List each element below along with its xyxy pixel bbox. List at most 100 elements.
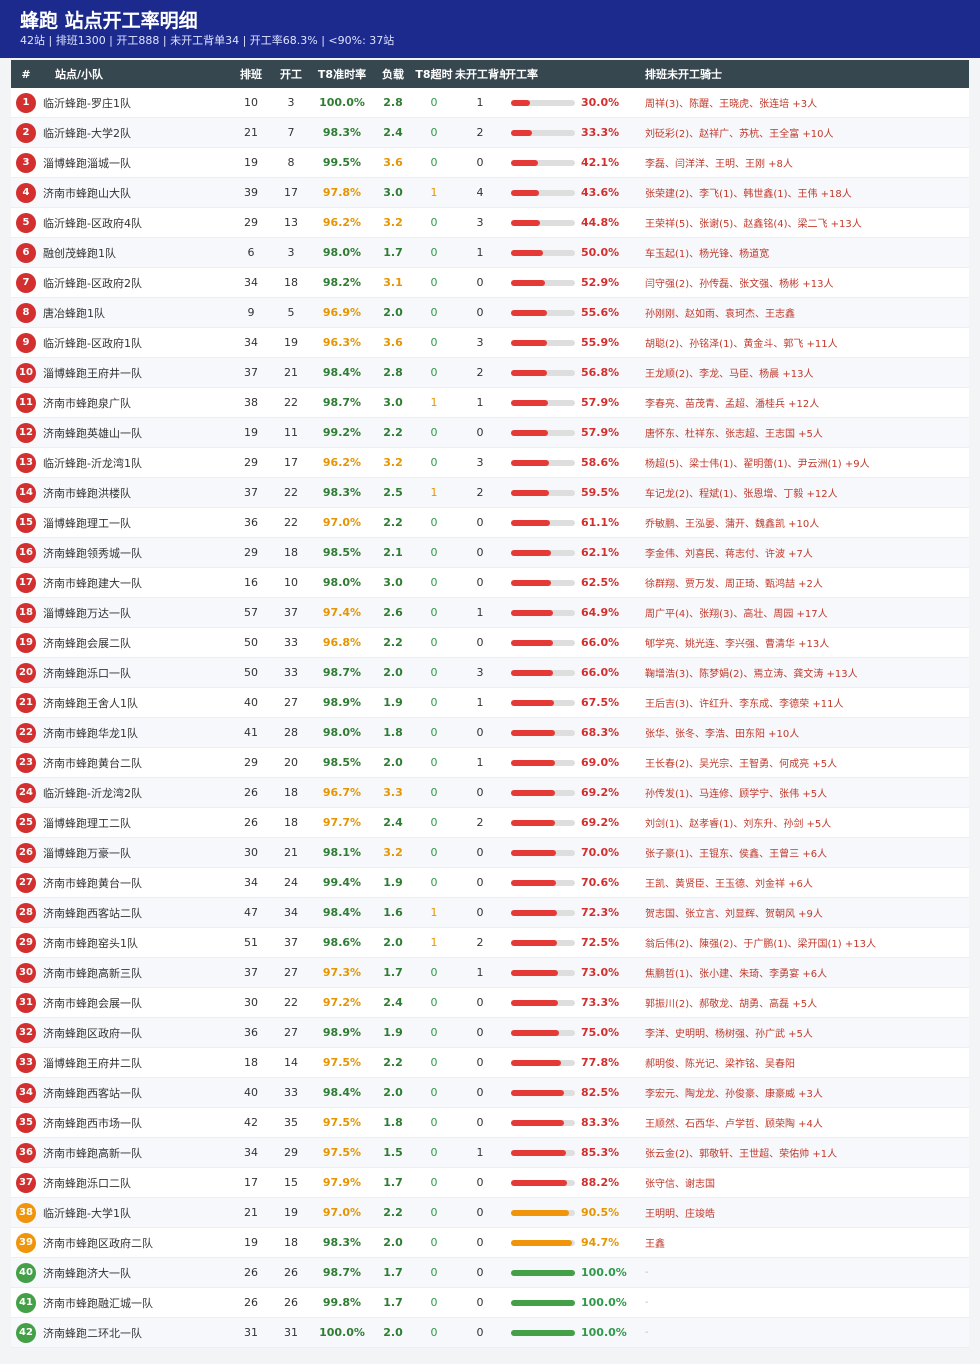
table-row[interactable]: 17 济南市蜂跑建大一队 16 10 98.0% 3.0 0 0 62.5% 徐群翔、贾万发、周正… <box>11 568 969 598</box>
start-rate-bar <box>511 1089 575 1096</box>
col-header-working[interactable]: 开工 <box>271 66 311 82</box>
start-rate-bar-fill <box>511 279 545 286</box>
table-row[interactable]: 4 济南市蜂跑山大队 39 17 97.8% 3.0 1 4 43.6% 张荣建(2)、李飞(1)… <box>11 178 969 208</box>
scheduled-count: 50 <box>244 636 258 649</box>
load-value: 1.9 <box>383 876 403 889</box>
t8-overtime-count: 0 <box>430 336 438 349</box>
start-rate-bar-fill <box>511 399 549 406</box>
col-header-name[interactable]: 站点/小队 <box>41 66 231 82</box>
start-rate-bar-fill <box>511 1179 568 1186</box>
col-header-index[interactable]: # <box>11 68 41 81</box>
table-row[interactable]: 38 临沂蜂跑-大学1队 21 19 97.0% 2.2 0 0 90.5% 王明明、庄竣皓 <box>11 1198 969 1228</box>
rank-badge: 7 <box>16 272 36 293</box>
scheduled-count: 37 <box>244 966 258 979</box>
t8-ontime-rate: 98.7% <box>322 396 362 409</box>
col-header-unstarted[interactable]: 未开工背单 <box>455 66 505 82</box>
table-row[interactable]: 21 济南蜂跑王舍人1队 40 27 98.9% 1.9 0 1 67.5% 王后吉(3)、许红升… <box>11 688 969 718</box>
table-row[interactable]: 15 淄博蜂跑理工一队 36 22 97.0% 2.2 0 0 61.1% 乔敏鹏、王泓晏、蒲开、… <box>11 508 969 538</box>
table-row[interactable]: 6 融创茂蜂跑1队 6 3 98.0% 1.7 0 1 50.0% 车玉起(1)、杨光锋、杨道宽 <box>11 238 969 268</box>
col-header-t8-overtime[interactable]: T8超时 <box>413 66 455 82</box>
table-row[interactable]: 3 淄博蜂跑淄城一队 19 8 99.5% 3.6 0 0 42.1% 李磊、闫洋洋、王明、王刚 … <box>11 148 969 178</box>
table-row[interactable]: 33 淄博蜂跑王府井二队 18 14 97.5% 2.2 0 0 77.8% 郝明俊、陈光记、梁祚… <box>11 1048 969 1078</box>
table-row[interactable]: 28 济南蜂跑西客站二队 47 34 98.4% 1.6 1 0 72.3% 贺志国、张立言、刘显… <box>11 898 969 928</box>
load-value: 3.2 <box>383 846 403 859</box>
table-row[interactable]: 35 济南蜂跑西市场一队 42 35 97.5% 1.8 0 0 83.3% 王顺然、石西华、卢学… <box>11 1108 969 1138</box>
start-rate-bar <box>511 369 575 376</box>
station-name: 淄博蜂跑淄城一队 <box>43 156 131 170</box>
rank-badge: 5 <box>16 212 36 233</box>
table-row[interactable]: 24 临沂蜂跑-沂龙湾2队 26 18 96.7% 3.3 0 0 69.2% 孙传发(1)、马连… <box>11 778 969 808</box>
table-row[interactable]: 1 临沂蜂跑-罗庄1队 10 3 100.0% 2.8 0 1 30.0% 周祥(3)、陈醒、王晓… <box>11 88 969 118</box>
station-name: 淄博蜂跑万豪一队 <box>43 846 131 860</box>
col-header-load[interactable]: 负载 <box>373 66 413 82</box>
start-rate-cell: 58.6% <box>505 456 645 469</box>
table-row[interactable]: 2 临沂蜂跑-大学2队 21 7 98.3% 2.4 0 2 33.3% 刘砭彩(2)、赵祥广、苏… <box>11 118 969 148</box>
working-count: 8 <box>287 156 295 169</box>
table-row[interactable]: 30 济南市蜂跑高新三队 37 27 97.3% 1.7 0 1 73.0% 焦鹏哲(1)、张小建… <box>11 958 969 988</box>
scheduled-count: 31 <box>244 1326 258 1339</box>
row-index: 18 <box>11 602 41 623</box>
col-header-riders[interactable]: 排班未开工骑士 <box>645 66 965 82</box>
start-rate-bar-fill <box>511 189 539 196</box>
start-rate-cell: 55.9% <box>505 336 645 349</box>
table-row[interactable]: 25 淄博蜂跑理工二队 26 18 97.7% 2.4 0 2 69.2% 刘剑(1)、赵孝睿(1… <box>11 808 969 838</box>
station-name: 淄博蜂跑理工二队 <box>43 816 131 830</box>
t8-overtime-count: 0 <box>430 366 438 379</box>
table-row[interactable]: 29 济南市蜂跑窑头1队 51 37 98.6% 2.0 1 2 72.5% 翁后伟(2)、陳强(… <box>11 928 969 958</box>
rank-badge: 17 <box>16 572 36 593</box>
t8-ontime-rate: 98.5% <box>322 546 362 559</box>
table-row[interactable]: 23 济南市蜂跑黄台二队 29 20 98.5% 2.0 0 1 69.0% 王长春(2)、吴光宗… <box>11 748 969 778</box>
table-row[interactable]: 39 济南市蜂跑区政府二队 19 18 98.3% 2.0 0 0 94.7% 王鑫 <box>11 1228 969 1258</box>
table-row[interactable]: 14 济南市蜂跑洪楼队 37 22 98.3% 2.5 1 2 59.5% 车记龙(2)、程斌(1… <box>11 478 969 508</box>
working-count: 7 <box>287 126 295 139</box>
t8-ontime-rate: 97.4% <box>322 606 362 619</box>
start-rate-value: 55.9% <box>581 336 620 349</box>
table-row[interactable]: 41 济南市蜂跑融汇城一队 26 26 99.8% 1.7 0 0 100.0% - <box>11 1288 969 1318</box>
unstarted-orders: 3 <box>476 456 484 469</box>
table-row[interactable]: 27 济南市蜂跑黄台一队 34 24 99.4% 1.9 0 0 70.6% 王凯、黄贤臣、王玉德… <box>11 868 969 898</box>
table-row[interactable]: 32 济南蜂跑区政府一队 36 27 98.9% 1.9 0 0 75.0% 李洋、史明明、杨树强… <box>11 1018 969 1048</box>
t8-overtime-count: 0 <box>430 696 438 709</box>
unstarted-riders: 唐怀东、杜祥东、张志超、王志国 +5人 <box>645 429 823 440</box>
start-rate-cell: 62.1% <box>505 546 645 559</box>
table-row[interactable]: 31 济南市蜂跑会展一队 30 22 97.2% 2.4 0 0 73.3% 郭振川(2)、郝敬龙… <box>11 988 969 1018</box>
table-row[interactable]: 12 济南蜂跑英雄山一队 19 11 99.2% 2.2 0 0 57.9% 唐怀东、杜祥东、张志… <box>11 418 969 448</box>
table-row[interactable]: 37 济南蜂跑泺口二队 17 15 97.9% 1.7 0 0 88.2% 张守信、谢志国 <box>11 1168 969 1198</box>
table-row[interactable]: 11 济南市蜂跑泉广队 38 22 98.7% 3.0 1 1 57.9% 李春亮、苗茂青、孟超、… <box>11 388 969 418</box>
rank-badge: 32 <box>16 1022 36 1043</box>
table-row[interactable]: 13 临沂蜂跑-沂龙湾1队 29 17 96.2% 3.2 0 3 58.6% 杨超(5)、梁士伟… <box>11 448 969 478</box>
table-row[interactable]: 8 唐冶蜂跑1队 9 5 96.9% 2.0 0 0 55.6% 孙刚刚、赵如雨、袁珂杰、王志鑫 <box>11 298 969 328</box>
t8-overtime-count: 0 <box>430 156 438 169</box>
table-row[interactable]: 40 济南蜂跑济大一队 26 26 98.7% 1.7 0 0 100.0% - <box>11 1258 969 1288</box>
t8-overtime-count: 0 <box>430 1086 438 1099</box>
start-rate-value: 68.3% <box>581 726 620 739</box>
table-row[interactable]: 42 济南蜂跑二环北一队 31 31 100.0% 2.0 0 0 100.0% - <box>11 1318 969 1348</box>
load-value: 2.2 <box>383 426 403 439</box>
table-row[interactable]: 9 临沂蜂跑-区政府1队 34 19 96.3% 3.6 0 3 55.9% 胡聪(2)、孙铭泽(… <box>11 328 969 358</box>
start-rate-value: 57.9% <box>581 396 620 409</box>
t8-ontime-rate: 97.0% <box>322 516 362 529</box>
table-row[interactable]: 5 临沂蜂跑-区政府4队 29 13 96.2% 3.2 0 3 44.8% 王荣祥(5)、张谢(… <box>11 208 969 238</box>
start-rate-value: 75.0% <box>581 1026 620 1039</box>
table-row[interactable]: 10 淄博蜂跑王府井一队 37 21 98.4% 2.8 0 2 56.8% 王龙顺(2)、李龙、… <box>11 358 969 388</box>
col-header-t8-rate[interactable]: T8准时率 <box>311 66 373 82</box>
table-row[interactable]: 20 济南蜂跑泺口一队 50 33 98.7% 2.0 0 3 66.0% 鞠增浩(3)、陈梦娟(… <box>11 658 969 688</box>
table-row[interactable]: 18 淄博蜂跑万达一队 57 37 97.4% 2.6 0 1 64.9% 周广平(4)、张翔(3… <box>11 598 969 628</box>
station-name: 济南市蜂跑华龙1队 <box>43 726 138 740</box>
table-row[interactable]: 26 淄博蜂跑万豪一队 30 21 98.1% 3.2 0 0 70.0% 张子豪(1)、王锟东、… <box>11 838 969 868</box>
col-header-start-rate[interactable]: 开工率 <box>505 66 645 82</box>
row-index: 13 <box>11 452 41 473</box>
table-row[interactable]: 34 济南蜂跑西客站一队 40 33 98.4% 2.0 0 0 82.5% 李宏元、陶龙龙、孙俊… <box>11 1078 969 1108</box>
load-value: 1.6 <box>383 906 403 919</box>
table-row[interactable]: 36 济南市蜂跑高新一队 34 29 97.5% 1.5 0 1 85.3% 张云金(2)、郭敬轩… <box>11 1138 969 1168</box>
table-row[interactable]: 19 济南蜂跑会展二队 50 33 96.8% 2.2 0 0 66.0% 郇学亮、姚光连、李兴强… <box>11 628 969 658</box>
start-rate-cell: 44.8% <box>505 216 645 229</box>
table-row[interactable]: 22 济南市蜂跑华龙1队 41 28 98.0% 1.8 0 0 68.3% 张华、张冬、李浩、田… <box>11 718 969 748</box>
col-header-scheduled[interactable]: 排班 <box>231 66 271 82</box>
table-row[interactable]: 16 济南蜂跑领秀城一队 29 18 98.5% 2.1 0 0 62.1% 李金伟、刘喜民、蒋志… <box>11 538 969 568</box>
station-name: 临沂蜂跑-区政府2队 <box>43 276 142 290</box>
table-row[interactable]: 7 临沂蜂跑-区政府2队 34 18 98.2% 3.1 0 0 52.9% 闫守强(2)、孙传磊… <box>11 268 969 298</box>
load-value: 2.5 <box>383 486 403 499</box>
unstarted-orders: 1 <box>476 246 484 259</box>
unstarted-riders: 周祥(3)、陈醒、王晓虎、张连培 +3人 <box>645 99 818 110</box>
